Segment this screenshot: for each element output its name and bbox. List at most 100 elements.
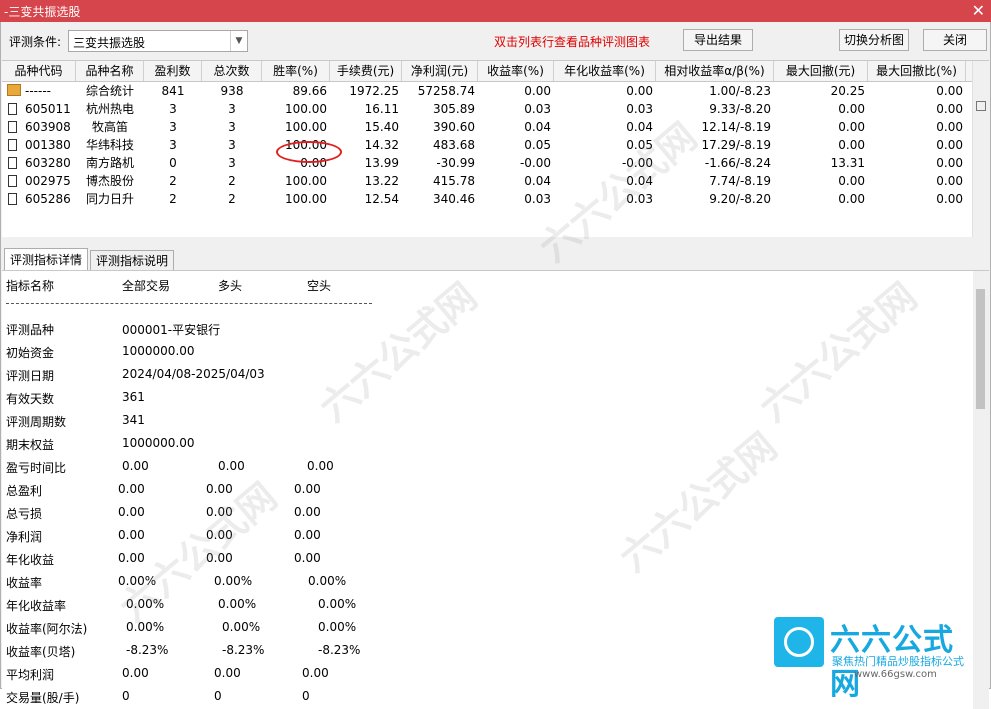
- table-row[interactable]: 603280 南方路机 0 3 0.00 13.99 -30.99 -0.00 -0.00 -1.…: [2, 154, 972, 172]
- detail-value: 0.00: [206, 482, 233, 496]
- cell-rate: 0.00: [300, 156, 327, 170]
- cell-fee: 13.22: [364, 174, 399, 188]
- tab-description[interactable]: 评测指标说明: [90, 250, 175, 270]
- cell-dd: 0.00: [838, 192, 865, 206]
- cell-annual: 0.04: [626, 120, 653, 134]
- condition-label: 评测条件:: [9, 35, 62, 49]
- table-row[interactable]: 603908 牧高笛 3 3 100.00 15.40 390.60 0.04 0.04 12.1…: [2, 118, 972, 136]
- column-header[interactable]: 品种名称: [76, 61, 144, 81]
- cell-dd: 20.25: [830, 84, 865, 98]
- export-button[interactable]: 导出结果: [683, 29, 753, 51]
- detail-value: 0.00: [206, 528, 233, 542]
- cell-total: 3: [228, 102, 236, 116]
- detail-label: 总盈利: [6, 484, 43, 498]
- detail-label: 盈亏时间比: [6, 461, 67, 475]
- detail-value: 0.00%: [222, 620, 261, 634]
- cell-fee: 1972.25: [349, 84, 399, 98]
- cell-profit: 340.46: [433, 192, 475, 206]
- detail-value: 0.00: [118, 551, 145, 565]
- close-button[interactable]: 关闭: [923, 29, 987, 51]
- cell-ddr: 0.00: [936, 120, 963, 134]
- column-header[interactable]: 相对收益率α/β(%): [656, 61, 774, 81]
- detail-value: 0.00%: [118, 574, 157, 588]
- cell-profit: 483.68: [433, 138, 475, 152]
- detail-value: 361: [122, 390, 145, 404]
- cell-alpha: 17.29/-8.19: [701, 138, 771, 152]
- column-header[interactable]: 胜率(%): [262, 61, 330, 81]
- detail-value: 0.00%: [126, 620, 165, 634]
- detail-header-all: 全部交易: [122, 279, 171, 293]
- column-header[interactable]: 品种代码: [2, 61, 76, 81]
- detail-value: 0.00: [122, 459, 149, 473]
- cell-total: 938: [220, 84, 244, 98]
- tab-bar: 评测指标详情 评测指标说明: [2, 248, 989, 271]
- table-row[interactable]: 605011 杭州热电 3 3 100.00 16.11 305.89 0.03 0.03 9.3…: [2, 100, 972, 118]
- cell-alpha: 9.33/-8.20: [709, 102, 771, 116]
- cell-ddr: 0.00: [936, 156, 963, 170]
- cell-win: 3: [169, 120, 177, 134]
- column-header[interactable]: 盈利数: [144, 61, 202, 81]
- cell-fee: 16.11: [364, 102, 399, 116]
- detail-value: 0.00%: [218, 597, 257, 611]
- cell-rate: 100.00: [285, 102, 327, 116]
- detail-value: -8.23%: [222, 643, 265, 657]
- table-row[interactable]: 002975 博杰股份 2 2 100.00 13.22 415.78 0.04 0.04 7.7…: [2, 172, 972, 190]
- cell-total: 3: [228, 120, 236, 134]
- cell-name: 综合统计: [85, 84, 134, 98]
- detail-value: 0.00: [294, 528, 321, 542]
- detail-value: -8.23%: [126, 643, 169, 657]
- cell-annual: 0.00: [626, 84, 653, 98]
- detail-label: 平均利润: [6, 668, 55, 682]
- detail-value: 0.00%: [318, 597, 357, 611]
- detail-header-name: 指标名称: [6, 279, 55, 293]
- cell-ret: 0.04: [524, 120, 551, 134]
- cell-profit: 415.78: [433, 174, 475, 188]
- checkbox-icon: [8, 193, 17, 205]
- cell-total: 2: [228, 192, 236, 206]
- main-window: 评测条件: 三变共振选股 ▼ 双击列表行查看品种评测图表 导出结果 切换分析图 …: [0, 22, 991, 709]
- cell-fee: 12.54: [364, 192, 399, 206]
- cell-total: 3: [228, 156, 236, 170]
- chevron-down-icon[interactable]: ▼: [230, 31, 247, 51]
- detail-value: 1000000.00: [122, 436, 195, 450]
- detail-label: 净利润: [6, 530, 43, 544]
- table-row[interactable]: 605286 同力日升 2 2 100.00 12.54 340.46 0.03 0.03 9.2…: [2, 190, 972, 208]
- close-icon[interactable]: ✕: [972, 1, 985, 20]
- table-scrollbar[interactable]: [972, 61, 989, 237]
- scroll-thumb[interactable]: [976, 289, 985, 409]
- detail-label: 年化收益率: [6, 599, 67, 613]
- cell-ret: 0.03: [524, 192, 551, 206]
- logo-url: www.66gsw.com: [854, 669, 937, 680]
- cell-ret: 0.00: [524, 84, 551, 98]
- detail-label: 收益率(贝塔): [6, 645, 76, 659]
- column-header[interactable]: 净利润(元): [402, 61, 478, 81]
- detail-value: 0: [214, 689, 222, 703]
- cell-win: 3: [169, 138, 177, 152]
- table-row[interactable]: ------ 综合统计 841 938 89.66 1972.25 57258.74 0.00…: [2, 82, 972, 100]
- tab-detail[interactable]: 评测指标详情: [4, 248, 89, 270]
- cell-dd: 0.00: [838, 138, 865, 152]
- cell-profit: 390.60: [433, 120, 475, 134]
- column-header[interactable]: 最大回撤(元): [774, 61, 868, 81]
- table-row[interactable]: 001380 华纬科技 3 3 100.00 14.32 483.68 0.05 0.05 17.…: [2, 136, 972, 154]
- switch-chart-button[interactable]: 切换分析图: [839, 29, 909, 51]
- cell-rate: 100.00: [285, 120, 327, 134]
- cell-code: 002975: [25, 174, 71, 188]
- detail-value: 0.00: [307, 459, 334, 473]
- detail-label: 评测品种: [6, 323, 55, 337]
- checkbox-icon: [8, 103, 17, 115]
- column-header[interactable]: 最大回撤比(%): [868, 61, 966, 81]
- detail-value: 0.00: [294, 505, 321, 519]
- hint-text: 双击列表行查看品种评测图表: [494, 35, 651, 49]
- detail-divider: [6, 303, 372, 304]
- column-header[interactable]: 总次数: [202, 61, 262, 81]
- column-header[interactable]: 年化收益率(%): [554, 61, 656, 81]
- column-header[interactable]: 收益率(%): [478, 61, 554, 81]
- cell-alpha: 9.20/-8.20: [709, 192, 771, 206]
- cell-total: 3: [228, 138, 236, 152]
- cell-rate: 100.00: [285, 174, 327, 188]
- cell-ddr: 0.00: [936, 102, 963, 116]
- column-header[interactable]: 手续费(元): [330, 61, 402, 81]
- condition-select[interactable]: 三变共振选股 ▼: [68, 30, 248, 52]
- detail-value: 0.00: [118, 505, 145, 519]
